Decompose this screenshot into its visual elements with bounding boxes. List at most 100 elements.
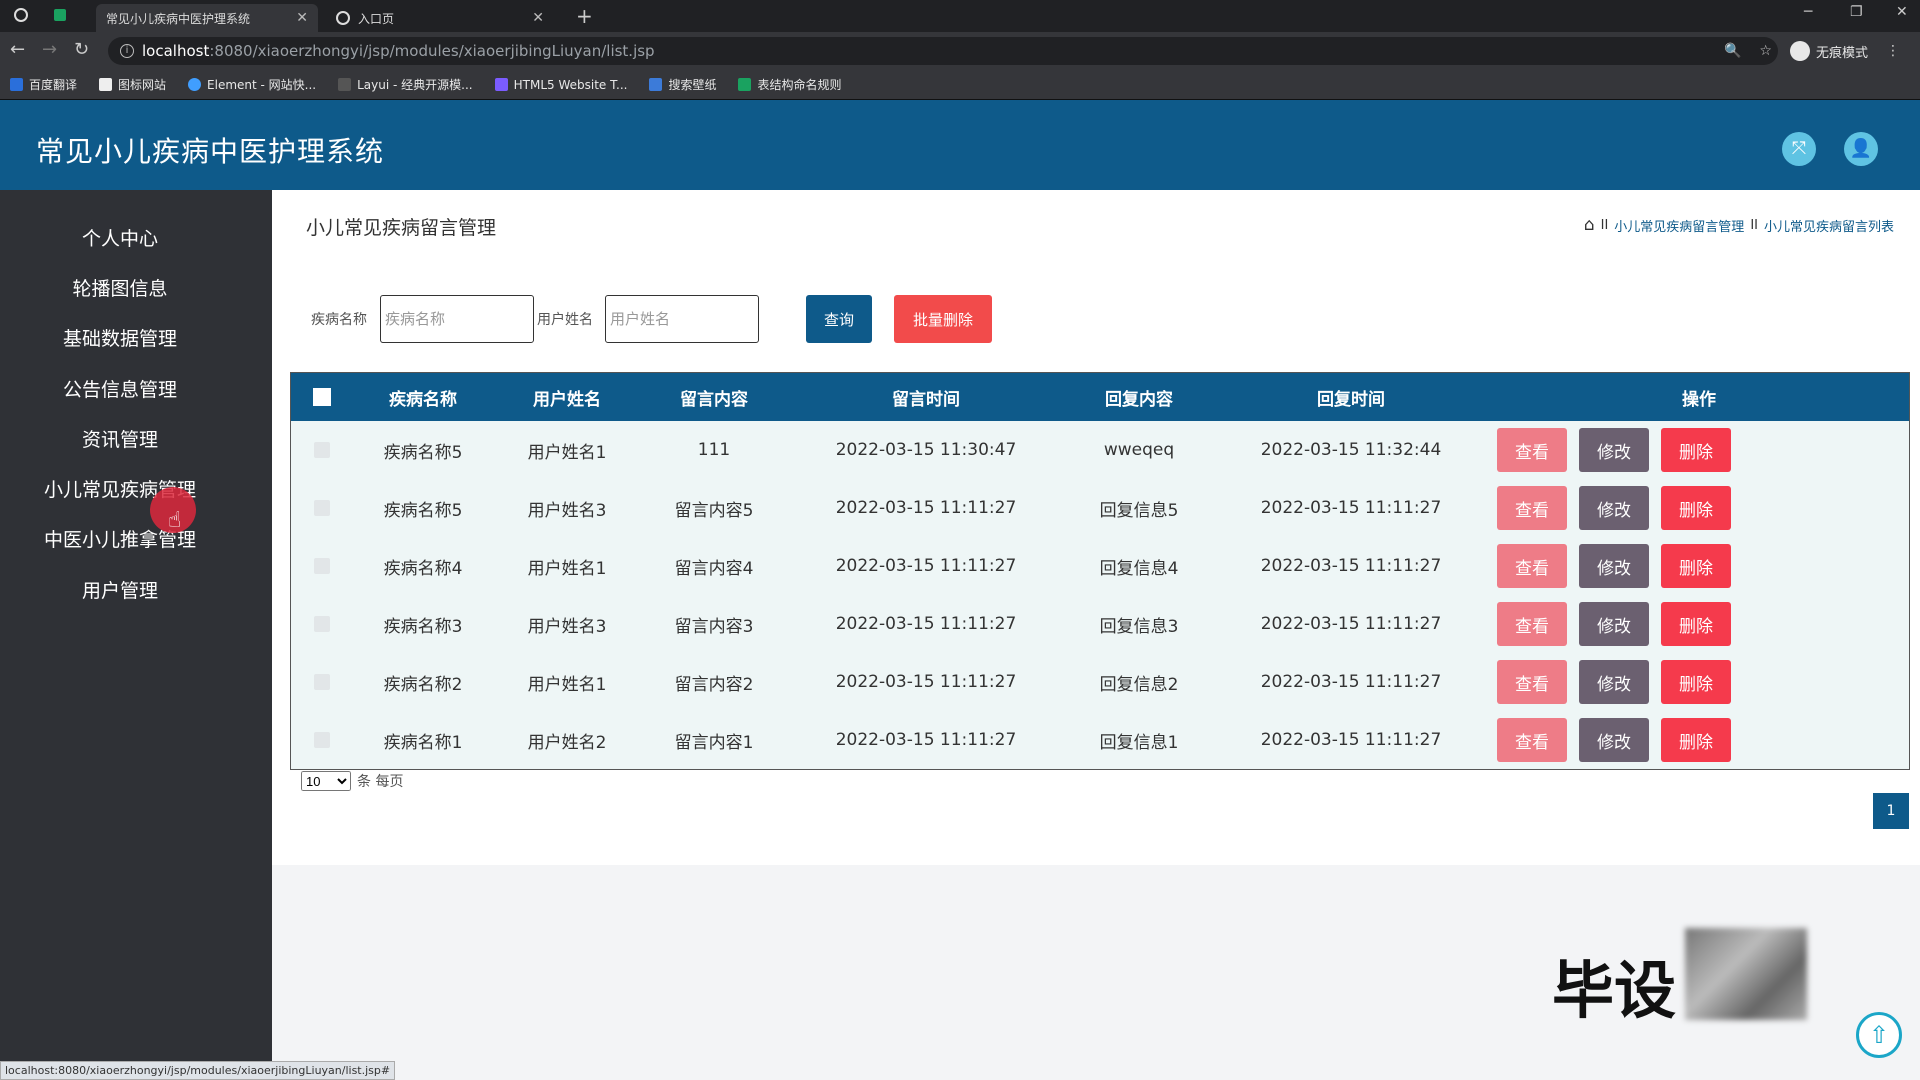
row-checkbox[interactable] — [314, 558, 330, 574]
bookmark-star-icon[interactable]: ☆ — [1759, 43, 1772, 59]
incognito-badge[interactable]: 无痕模式 — [1789, 41, 1868, 61]
edit-button[interactable]: 修改 — [1579, 486, 1649, 530]
site-info-icon[interactable]: i — [120, 44, 134, 58]
layui-icon — [338, 78, 352, 91]
disease-name-input[interactable] — [380, 295, 534, 343]
url-field[interactable]: i localhost:8080/xiaoerzhongyi/jsp/modul… — [108, 37, 1778, 65]
pagination-page-1[interactable]: 1 — [1873, 793, 1909, 829]
table-cell: 疾病名称5 — [383, 442, 463, 463]
browser-tab-bar: 常见小儿疾病中医护理系统 ✕ 入口页 ✕ + ─ ❐ ✕ — [0, 0, 1920, 32]
reload-icon[interactable]: ↻ — [74, 41, 89, 59]
delete-button[interactable]: 删除 — [1661, 428, 1731, 472]
fullscreen-icon[interactable]: ⤧ — [1782, 132, 1816, 166]
delete-button[interactable]: 删除 — [1661, 486, 1731, 530]
sidebar-item-personal-center[interactable]: 个人中心 — [0, 224, 240, 251]
bookmark-item[interactable]: 百度翻译 — [10, 76, 77, 93]
restore-icon[interactable]: ❐ — [1850, 4, 1863, 20]
row-checkbox[interactable] — [314, 732, 330, 748]
batch-delete-button[interactable]: 批量删除 — [894, 295, 992, 343]
delete-button[interactable]: 删除 — [1661, 718, 1731, 762]
browser-tab-active[interactable]: 常见小儿疾病中医护理系统 ✕ — [96, 4, 318, 32]
wallpaper-icon — [649, 78, 663, 91]
table-cell: 留言内容4 — [674, 558, 754, 579]
home-icon[interactable]: ⌂ — [1584, 215, 1595, 235]
view-button[interactable]: 查看 — [1497, 660, 1567, 704]
row-actions: 查看 修改 删除 — [1489, 479, 1909, 537]
row-select-cell — [291, 711, 353, 769]
element-icon — [188, 78, 202, 91]
hand-cursor-icon: ☝ — [168, 508, 182, 533]
bookmark-item[interactable]: Layui - 经典开源模... — [338, 76, 473, 93]
view-button[interactable]: 查看 — [1497, 718, 1567, 762]
edit-button[interactable]: 修改 — [1579, 718, 1649, 762]
bookmark-item[interactable]: 表结构命名规则 — [738, 76, 841, 93]
new-tab-button[interactable]: + — [576, 4, 593, 28]
translate-icon — [10, 78, 23, 91]
sidebar-item-diseases[interactable]: 小儿常见疾病管理 — [0, 475, 240, 502]
table-row: 疾病名称4 用户姓名1 留言内容4 2022-03-15 11:11:27 回复… — [291, 537, 1909, 595]
edit-button[interactable]: 修改 — [1579, 428, 1649, 472]
back-to-top-icon[interactable]: ⇧ — [1856, 1012, 1902, 1058]
sidebar-item-tuina[interactable]: 中医小儿推拿管理 — [0, 525, 240, 552]
table-cell: 用户姓名2 — [527, 732, 607, 753]
incognito-label: 无痕模式 — [1815, 45, 1868, 61]
edit-button[interactable]: 修改 — [1579, 602, 1649, 646]
row-checkbox[interactable] — [314, 500, 330, 516]
view-button[interactable]: 查看 — [1497, 428, 1567, 472]
bookmark-item[interactable]: HTML5 Website T... — [494, 78, 627, 92]
edit-button[interactable]: 修改 — [1579, 544, 1649, 588]
sidebar-item-carousel[interactable]: 轮播图信息 — [0, 274, 240, 301]
column-header: 回复内容 — [1105, 389, 1173, 410]
bookmark-item[interactable]: 搜索壁纸 — [649, 76, 716, 93]
table-header-row: 疾病名称 用户姓名 留言内容 留言时间 回复内容 回复时间 操作 — [291, 373, 1909, 421]
table-cell: 回复信息5 — [1099, 500, 1179, 521]
table-cell: 2022-03-15 11:11:27 — [835, 556, 1017, 576]
view-button[interactable]: 查看 — [1497, 486, 1567, 530]
forward-icon[interactable]: → — [42, 41, 57, 59]
user-name-input[interactable] — [605, 295, 759, 343]
zoom-icon[interactable]: 🔍 — [1724, 43, 1741, 59]
row-checkbox[interactable] — [314, 674, 330, 690]
user-avatar-icon[interactable]: 👤 — [1844, 132, 1878, 166]
view-button[interactable]: 查看 — [1497, 544, 1567, 588]
table-cell: 留言内容1 — [674, 732, 754, 753]
app-header: 常见小儿疾病中医护理系统 ⤧ 👤 — [0, 100, 1920, 190]
row-checkbox[interactable] — [314, 442, 330, 458]
row-checkbox[interactable] — [314, 616, 330, 632]
browser-logo-icon — [14, 8, 28, 22]
table-cell: 回复信息4 — [1099, 558, 1179, 579]
close-window-icon[interactable]: ✕ — [1896, 4, 1908, 20]
sidebar-item-users[interactable]: 用户管理 — [0, 576, 240, 603]
bookmark-item[interactable]: Element - 网站快... — [188, 76, 316, 93]
view-button[interactable]: 查看 — [1497, 602, 1567, 646]
bookmark-item[interactable]: 图标网站 — [99, 76, 166, 93]
edit-button[interactable]: 修改 — [1579, 660, 1649, 704]
sidebar-item-basic-data[interactable]: 基础数据管理 — [0, 324, 240, 351]
row-select-cell — [291, 653, 353, 711]
close-tab-icon[interactable]: ✕ — [296, 10, 308, 26]
delete-button[interactable]: 删除 — [1661, 660, 1731, 704]
browser-menu-icon[interactable]: ⋮ — [1886, 43, 1900, 59]
browser-tab[interactable]: 入口页 ✕ — [326, 4, 554, 32]
table-row: 疾病名称2 用户姓名1 留言内容2 2022-03-15 11:11:27 回复… — [291, 653, 1909, 711]
minimize-icon[interactable]: ─ — [1804, 4, 1812, 20]
search-button[interactable]: 查询 — [806, 295, 872, 343]
close-tab-icon[interactable]: ✕ — [532, 10, 544, 26]
back-icon[interactable]: ← — [10, 41, 25, 59]
table-row: 疾病名称3 用户姓名3 留言内容3 2022-03-15 11:11:27 回复… — [291, 595, 1909, 653]
breadcrumb-item[interactable]: 小儿常见疾病留言管理 — [1614, 216, 1744, 235]
delete-button[interactable]: 删除 — [1661, 602, 1731, 646]
row-select-cell — [291, 479, 353, 537]
page-size-select[interactable]: 10 — [301, 771, 351, 791]
disease-name-label: 疾病名称 — [311, 312, 367, 328]
sidebar-item-announcements[interactable]: 公告信息管理 — [0, 375, 240, 402]
page-title: 小儿常见疾病留言管理 — [306, 217, 497, 239]
row-actions: 查看 修改 删除 — [1489, 537, 1909, 595]
select-all-checkbox[interactable] — [313, 388, 331, 406]
globe-icon — [336, 11, 350, 25]
sidebar-item-news[interactable]: 资讯管理 — [0, 425, 240, 452]
table-cell: 2022-03-15 11:11:27 — [835, 498, 1017, 518]
delete-button[interactable]: 删除 — [1661, 544, 1731, 588]
breadcrumb-item[interactable]: 小儿常见疾病留言列表 — [1764, 216, 1894, 235]
table-cell: 用户姓名1 — [527, 558, 607, 579]
